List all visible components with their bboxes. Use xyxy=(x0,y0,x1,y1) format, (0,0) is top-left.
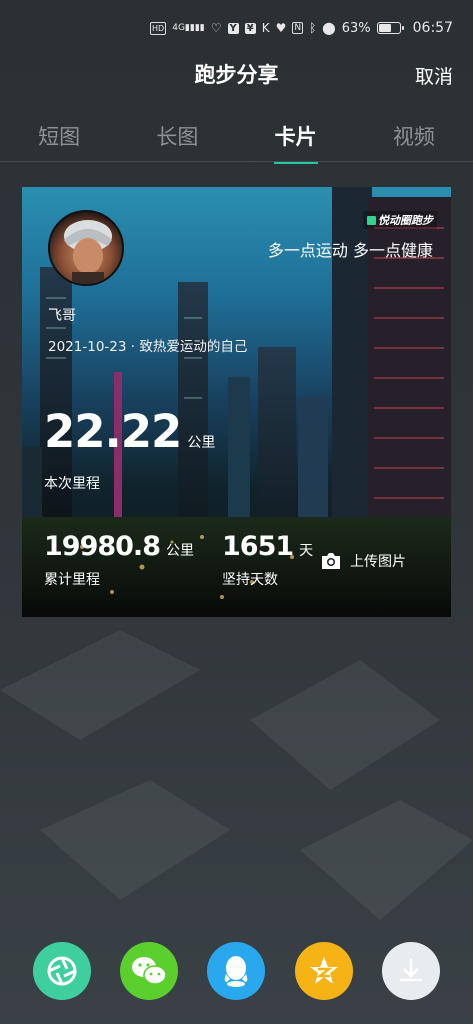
total-distance-value: 19980.8 xyxy=(44,531,161,562)
battery-icon xyxy=(376,22,404,34)
cancel-button[interactable]: 取消 xyxy=(415,62,453,89)
share-moments-button[interactable] xyxy=(32,942,91,1000)
share-bar xyxy=(0,940,473,1002)
app-notification-icon: Y xyxy=(227,22,239,34)
tab-bar: 短图 长图 卡片 视频 xyxy=(0,110,473,164)
total-distance-unit: 公里 xyxy=(165,543,194,559)
upload-image-label: 上传图片 xyxy=(350,554,406,570)
nickname: 飞哥 xyxy=(48,308,76,324)
brand-mark-icon xyxy=(367,215,376,225)
header: 跑步分享 取消 xyxy=(0,50,473,98)
clock: 06:57 xyxy=(412,20,453,36)
battery-percent: 63% xyxy=(341,20,371,36)
camera-icon xyxy=(322,553,340,569)
tab-short-image[interactable]: 短图 xyxy=(19,121,99,151)
qzone-icon xyxy=(309,957,338,984)
dateline: 2021-10-23 · 致热爱运动的自己 xyxy=(48,339,248,355)
qq-icon xyxy=(225,956,248,987)
current-distance-unit: 公里 xyxy=(187,435,216,451)
total-distance: 19980.8 公里 xyxy=(44,533,194,560)
share-wechat-button[interactable] xyxy=(120,942,179,1000)
heart-icon: ♥ xyxy=(275,21,287,35)
tab-long-image[interactable]: 长图 xyxy=(137,121,217,151)
avatar xyxy=(48,210,124,286)
nfc-icon: N xyxy=(292,22,304,34)
persist-days-unit: 天 xyxy=(299,543,314,559)
total-distance-label: 累计里程 xyxy=(44,572,100,588)
share-qzone-button[interactable] xyxy=(294,942,353,1000)
page-title: 跑步分享 xyxy=(194,63,279,87)
hd-badge: HD xyxy=(150,21,167,35)
brand-name: 悦动圈跑步 xyxy=(378,214,433,227)
location-icon: ⬤ xyxy=(322,21,336,35)
status-icons: HD 4G▮▮▮▮ ♡ Y ¥ K ♥ N ᛒ ⬤ 63% xyxy=(150,20,404,36)
tab-card[interactable]: 卡片 xyxy=(256,121,336,164)
status-bar: HD 4G▮▮▮▮ ♡ Y ¥ K ♥ N ᛒ ⬤ 63% 06:57 xyxy=(0,0,473,56)
background-pattern xyxy=(0,630,473,920)
bluetooth-icon: ᛒ xyxy=(309,21,317,35)
share-qq-button[interactable] xyxy=(207,942,266,1000)
brand-logo: 悦动圈跑步 xyxy=(363,211,437,229)
camera-aperture-icon xyxy=(47,956,77,986)
current-distance: 22.22 公里 xyxy=(44,409,215,454)
share-card: 悦动圈跑步 多一点运动 多一点健康 飞哥 2021-10-23 · 致热爱运动的… xyxy=(22,187,451,617)
wechat-icon xyxy=(132,957,167,985)
upload-image-button[interactable]: 上传图片 xyxy=(320,551,406,571)
slogan: 多一点运动 多一点健康 xyxy=(267,241,433,260)
current-distance-value: 22.22 xyxy=(44,405,182,458)
signal-icon: 4G▮▮▮▮ xyxy=(172,22,205,33)
network-type: 4G xyxy=(172,22,185,33)
battery-fill xyxy=(378,24,391,32)
persist-days-value: 1651 xyxy=(222,531,294,562)
persist-days: 1651 天 xyxy=(222,533,313,560)
tab-video[interactable]: 视频 xyxy=(374,121,454,151)
download-icon xyxy=(400,959,423,982)
persist-days-label: 坚持天数 xyxy=(222,572,278,588)
app-notification-icon-2: ¥ xyxy=(244,22,256,34)
download-button[interactable] xyxy=(382,942,441,1000)
k-icon: K xyxy=(261,21,270,35)
heart-pulse-icon: ♡ xyxy=(210,21,222,35)
current-distance-label: 本次里程 xyxy=(44,476,100,492)
